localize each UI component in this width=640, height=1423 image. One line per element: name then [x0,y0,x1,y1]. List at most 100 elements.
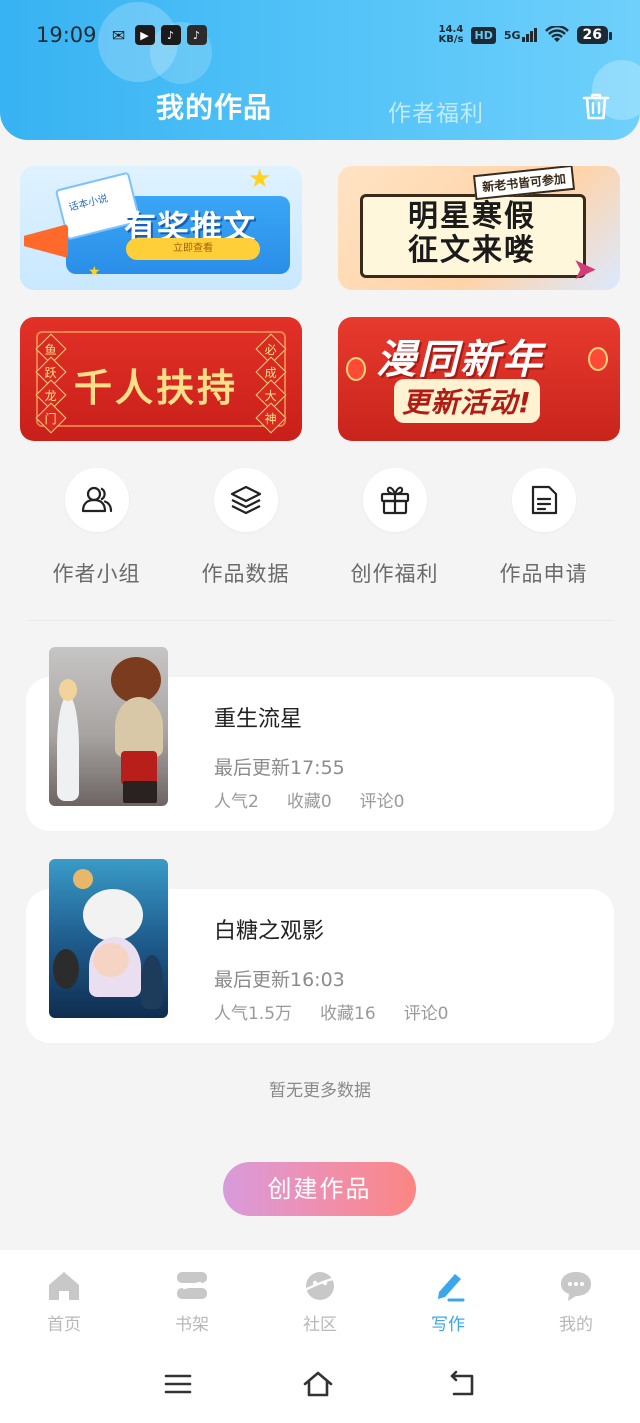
banner-winter-contest[interactable]: 新老书皆可参加 明星寒假 征文来喽 ➤ [338,166,620,290]
work-cover[interactable] [49,859,168,1018]
couplet-char: 成 [264,364,278,379]
banner-title-line2: 征文来喽 [408,233,536,268]
group-icon [81,486,112,513]
couplet-char: 神 [264,410,278,425]
trash-icon[interactable] [580,90,612,122]
create-work-button[interactable]: 创建作品 [223,1162,416,1216]
banner-new-year-update[interactable]: 漫同新年 更新活动! [338,317,620,441]
action-author-group[interactable]: 作者小组 [22,468,171,592]
work-cover[interactable] [49,647,168,806]
action-label: 作者小组 [52,562,141,586]
profile-icon [561,1272,591,1301]
banner-subtitle: 更新活动! [394,379,540,423]
action-icon-circle [511,468,576,532]
action-creation-benefits[interactable]: 创作福利 [320,468,469,592]
nav-label: 我的 [559,1315,593,1335]
nav-label: 首页 [47,1315,81,1335]
signal-icon: 5G [504,28,537,42]
action-label: 创作福利 [350,562,439,586]
no-more-data-text: 暂无更多数据 [269,1081,371,1101]
work-stats: 人气1.5万 收藏16 评论0 [214,999,477,1024]
gift-icon [380,486,409,515]
back-icon[interactable] [446,1368,478,1400]
write-icon [438,1274,465,1302]
document-icon [531,485,557,515]
banner-title-line1: 明星寒假 [408,199,536,234]
cover-figure [115,697,163,757]
nav-label: 书架 [175,1315,209,1335]
cover-figure [123,781,157,803]
layers-icon [230,485,261,515]
nav-write[interactable]: 写作 [384,1250,512,1346]
nav-label: 社区 [303,1315,337,1335]
quick-actions: 作者小组 作品数据 创作福利 作品申请 [22,468,618,592]
work-title: 白糖之观影 [214,919,325,944]
couplet-char: 跃 [44,364,58,379]
home-icon [49,1272,79,1300]
work-updated-time: 最后更新17:55 [214,757,345,779]
banner-thousand-support[interactable]: 鱼 跃 龙 门 必 成 大 神 千人扶持 [20,317,302,441]
cover-figure-head [93,943,129,977]
lantern-icon [588,347,608,371]
status-right: 14.4 KB/s HD 5G 26 [439,25,613,45]
tiktok-icon: ♪ [160,25,181,45]
couplet-char: 鱼 [44,341,58,356]
cover-figure [121,751,157,785]
work-favorites: 收藏0 [286,792,332,812]
nav-bookshelf[interactable]: 书架 [128,1250,256,1346]
couplet-char: 大 [264,387,278,402]
work-stats: 人气2 收藏0 评论0 [214,787,432,812]
star-icon: ★ [88,264,101,280]
action-label: 作品数据 [201,562,290,586]
tab-my-works[interactable]: 我的作品 [156,86,272,126]
system-nav-bar [0,1346,640,1423]
cover-figure [141,955,163,1009]
nav-profile[interactable]: 我的 [512,1250,640,1346]
wifi-icon [544,26,569,42]
status-bar: 19:09 ✉ ▶ ♪ ♪ 14.4 KB/s HD 5G 26 [0,0,640,70]
star-icon: ★ [248,166,272,194]
action-works-data[interactable]: 作品数据 [171,468,320,592]
banner-reward-promotion[interactable]: 话本小说 有奖推文 立即查看 ★ ★ [20,166,302,290]
network-type: 5G [503,29,521,42]
banner-title: 千人扶持 [74,365,239,410]
couplet-char: 龙 [44,387,58,402]
home-system-icon[interactable] [302,1368,334,1400]
cover-figure-head [111,657,161,703]
work-popularity: 人气1.5万 [214,1004,293,1024]
action-icon-circle [213,468,278,532]
hd-badge: HD [471,26,496,44]
speed-unit: KB/s [438,34,464,45]
network-speed: 14.4 KB/s [439,25,464,45]
bookshelf-icon [177,1272,207,1299]
action-works-application[interactable]: 作品申请 [469,468,618,592]
couplet-char: 必 [264,341,278,356]
community-icon [304,1272,338,1300]
menu-icon[interactable] [162,1368,194,1400]
header: 19:09 ✉ ▶ ♪ ♪ 14.4 KB/s HD 5G 26 我的作品 作者… [0,0,640,140]
work-comments: 评论0 [359,792,405,812]
couplet-char: 门 [44,410,58,425]
banner-view-button: 立即查看 [126,238,260,260]
paper-plane-icon: ➤ [572,252,598,287]
action-icon-circle [362,468,427,532]
left-couplet: 鱼 跃 龙 门 [35,332,67,434]
action-label: 作品申请 [499,562,588,586]
banner-title: 明星寒假 征文来喽 [372,200,572,268]
megaphone-icon [24,224,68,258]
nav-community[interactable]: 社区 [256,1250,384,1346]
cover-figure-head [59,679,77,701]
cover-figure [53,949,79,989]
cover-figure [73,869,93,889]
wechat-icon: ✉ [111,25,126,45]
bottom-nav: 首页 书架 社区 写作 我的 [0,1250,640,1346]
lantern-icon [346,357,366,381]
cover-figure [57,695,79,801]
work-title: 重生流星 [214,707,303,732]
status-time: 19:09 [36,23,97,47]
tab-author-benefits[interactable]: 作者福利 [388,94,484,128]
video-app-icon: ▶ [134,25,155,45]
work-comments: 评论0 [403,1004,449,1024]
nav-home[interactable]: 首页 [0,1250,128,1346]
divider [28,620,614,621]
